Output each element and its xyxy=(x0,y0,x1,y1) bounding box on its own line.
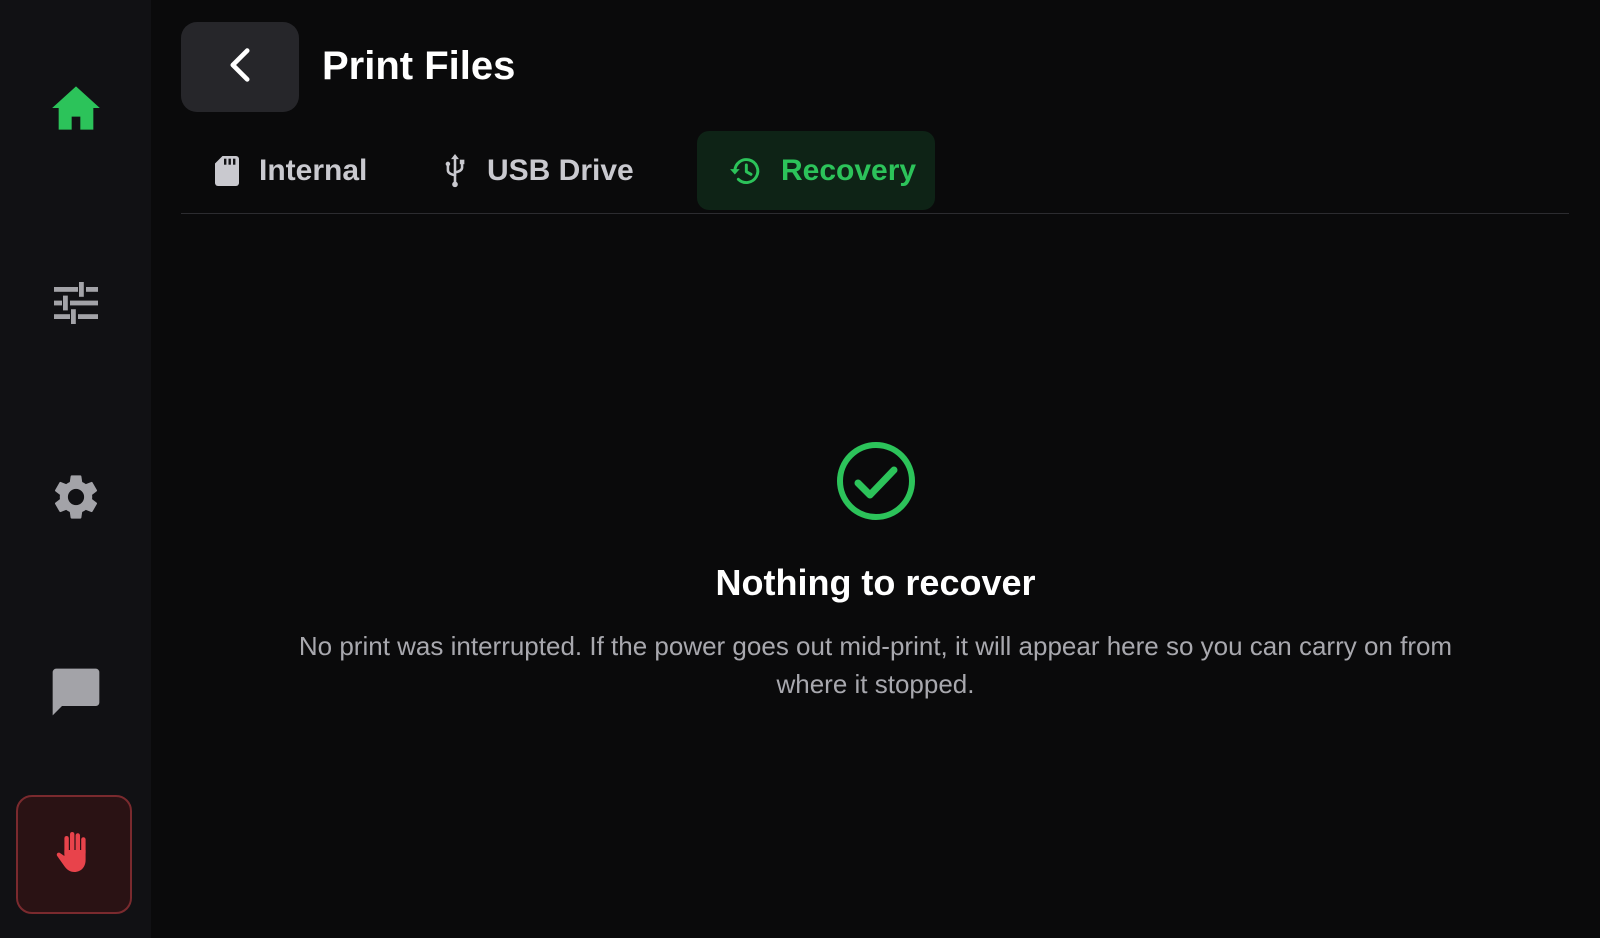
tab-internal[interactable]: Internal xyxy=(215,131,367,210)
emergency-stop-button[interactable] xyxy=(16,795,132,914)
page-title: Print Files xyxy=(322,44,516,88)
sliders-icon xyxy=(51,279,101,327)
main-content: Print Files Internal USB Drive Recovery … xyxy=(151,0,1600,938)
sidebar xyxy=(0,0,151,938)
tab-label: USB Drive xyxy=(487,153,634,187)
sd-card-icon xyxy=(215,155,239,186)
sidebar-item-home[interactable] xyxy=(0,48,151,168)
sidebar-item-tune[interactable] xyxy=(0,243,151,363)
tab-usb-drive[interactable]: USB Drive xyxy=(443,131,634,210)
chevron-left-icon xyxy=(227,47,253,88)
empty-state-description: No print was interrupted. If the power g… xyxy=(298,631,1453,699)
hand-stop-icon xyxy=(54,830,94,879)
storage-tabs: Internal USB Drive Recovery xyxy=(181,131,1569,214)
sidebar-item-settings[interactable] xyxy=(0,437,151,557)
app: Print Files Internal USB Drive Recovery … xyxy=(0,0,1600,938)
usb-icon xyxy=(443,153,467,188)
back-button[interactable] xyxy=(181,22,299,112)
home-icon xyxy=(50,84,102,132)
check-circle-icon xyxy=(835,440,917,527)
sidebar-item-messages[interactable] xyxy=(0,632,151,752)
empty-state-title: Nothing to recover xyxy=(715,562,1036,603)
history-icon xyxy=(729,156,761,186)
chat-icon xyxy=(48,664,104,720)
tab-label: Recovery xyxy=(781,153,917,187)
tab-recovery[interactable]: Recovery xyxy=(697,131,935,210)
gear-icon xyxy=(49,470,103,524)
tab-label: Internal xyxy=(259,153,368,187)
